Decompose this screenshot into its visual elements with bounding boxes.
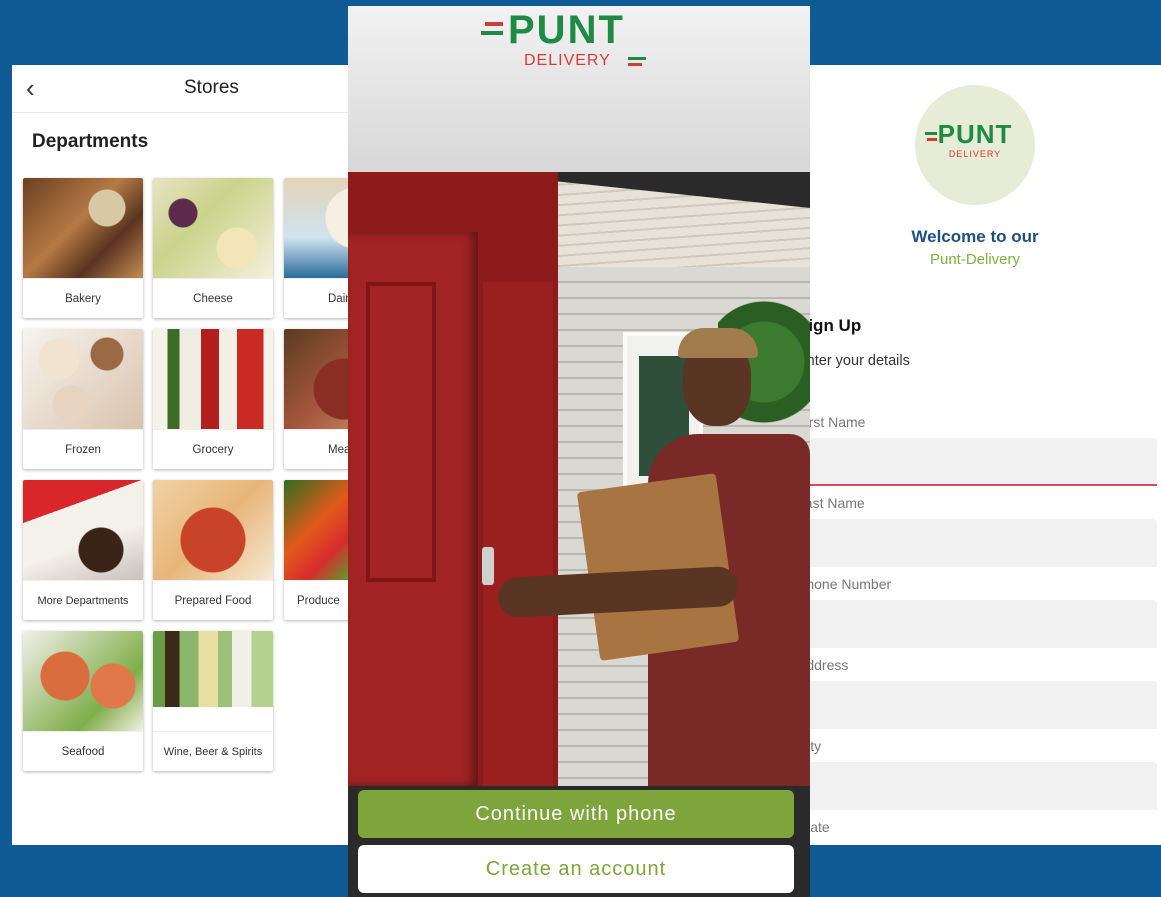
department-label: Frozen (23, 429, 143, 469)
create-account-button[interactable]: Create an account (358, 845, 794, 893)
phone-number-field[interactable] (797, 600, 1157, 648)
brand-wordmark: PUNT (508, 8, 625, 52)
city-field[interactable] (797, 762, 1157, 810)
seafood-image (23, 631, 143, 731)
department-label: Prepared Food (153, 580, 273, 620)
department-tile-seafood[interactable]: Seafood (23, 631, 143, 771)
department-tile-frozen[interactable]: Frozen (23, 329, 143, 469)
grocery-image (153, 329, 273, 429)
department-label: More Departments (23, 580, 143, 620)
onboarding-actions: Continue with phone Create an account (348, 786, 810, 897)
page-title: Stores (184, 77, 239, 98)
departments-heading: Departments (32, 131, 149, 152)
department-tile-grocery[interactable]: Grocery (153, 329, 273, 469)
department-tile-more[interactable]: More Departments (23, 480, 143, 620)
first-name-field[interactable] (797, 438, 1157, 486)
welcome-subheading: Punt-Delivery (929, 251, 1021, 268)
department-label: Bakery (23, 278, 143, 318)
brand-subword: DELIVERY (524, 52, 611, 69)
department-label: Wine, Beer & Spirits (153, 731, 273, 771)
department-tile-cheese[interactable]: Cheese (153, 178, 273, 318)
delivery-photo (348, 172, 810, 786)
department-label: Cheese (153, 278, 273, 318)
prepared-food-image (153, 480, 273, 580)
frozen-image (23, 329, 143, 429)
wine-image (153, 631, 273, 707)
last-name-field[interactable] (797, 519, 1157, 567)
department-tile-wine-beer-spirits[interactable]: Wine, Beer & Spirits (153, 631, 273, 771)
logo-subword: DELIVERY (948, 149, 1002, 159)
stores-header: ‹ Stores (12, 65, 362, 113)
brand-logo: PUNT DELIVERY (915, 85, 1035, 205)
signup-screen: PUNT DELIVERY Welcome to our Punt-Delive… (795, 65, 1161, 845)
bakery-image (23, 178, 143, 278)
department-tile-prepared-food[interactable]: Prepared Food (153, 480, 273, 620)
address-field[interactable] (797, 681, 1157, 729)
welcome-heading: Welcome to our (911, 227, 1039, 246)
stores-screen: ‹ Stores Departments Bakery Cheese Dairy… (12, 65, 362, 845)
brand-header: PUNT DELIVERY (348, 6, 810, 172)
more-departments-image (23, 480, 143, 580)
doorbell (482, 547, 494, 585)
logo-wordmark: PUNT (937, 119, 1013, 149)
cheese-image (153, 178, 273, 278)
department-tile-bakery[interactable]: Bakery (23, 178, 143, 318)
phone-number-label: Phone Number (797, 576, 892, 592)
signup-subtitle: Enter your details (797, 353, 910, 369)
onboarding-screen: PUNT DELIVERY Continue with phone Create… (348, 6, 810, 897)
department-label: Grocery (153, 429, 273, 469)
continue-with-phone-button[interactable]: Continue with phone (358, 790, 794, 838)
department-label: Seafood (23, 731, 143, 771)
chevron-left-icon[interactable]: ‹ (26, 73, 54, 103)
